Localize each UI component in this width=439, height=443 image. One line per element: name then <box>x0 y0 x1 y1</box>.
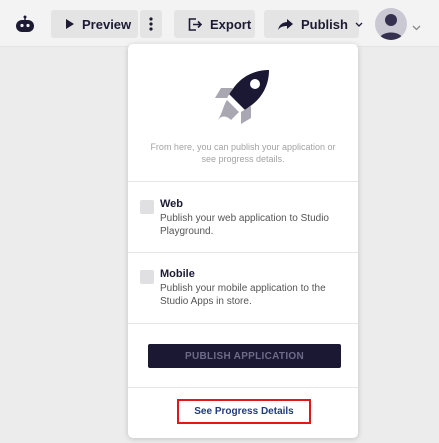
publish-button[interactable]: Publish <box>264 10 363 38</box>
export-icon <box>188 17 202 31</box>
divider <box>128 387 358 388</box>
publish-application-button[interactable]: PUBLISH APPLICATION <box>148 344 341 368</box>
rocket-icon <box>215 70 269 124</box>
preview-button[interactable]: Preview <box>51 10 138 38</box>
progress-link-label: See Progress Details <box>194 406 294 417</box>
share-arrow-icon <box>278 18 293 30</box>
divider <box>128 181 358 182</box>
more-vertical-icon <box>149 17 153 31</box>
mobile-option-description: Publish your mobile application to the S… <box>160 283 326 307</box>
publish-dropdown-panel: From here, you can publish your applicat… <box>128 44 358 438</box>
publish-intro-text: From here, you can publish your applicat… <box>150 142 336 164</box>
export-button[interactable]: Export <box>174 10 255 38</box>
user-avatar[interactable] <box>375 8 407 40</box>
play-icon <box>66 19 74 29</box>
export-label: Export <box>210 16 252 32</box>
avatar-chevron-down-icon[interactable] <box>412 18 421 36</box>
more-options-button[interactable] <box>140 10 162 38</box>
mobile-option-title: Mobile <box>160 268 195 280</box>
top-toolbar: Preview Export Publish <box>0 0 439 47</box>
web-checkbox[interactable] <box>140 200 154 214</box>
mobile-checkbox[interactable] <box>140 270 154 284</box>
divider <box>128 252 358 253</box>
see-progress-details-link[interactable]: See Progress Details <box>177 399 311 424</box>
web-option-title: Web <box>160 198 184 210</box>
robot-logo-icon <box>16 15 34 32</box>
web-option-description: Publish your web application to Studio P… <box>160 213 329 237</box>
publish-label: Publish <box>301 16 348 32</box>
divider <box>128 323 358 324</box>
user-avatar-icon <box>379 14 403 40</box>
preview-label: Preview <box>82 16 132 32</box>
chevron-down-icon <box>355 22 363 27</box>
app-logo-button[interactable] <box>10 10 40 38</box>
